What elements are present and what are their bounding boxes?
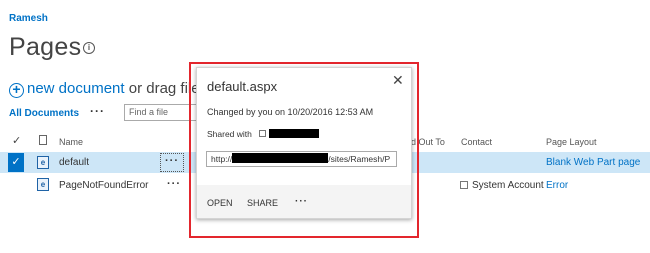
new-document-label[interactable]: new document bbox=[27, 80, 125, 97]
open-button[interactable]: OPEN bbox=[207, 198, 233, 208]
column-header-contact[interactable]: Contact bbox=[461, 137, 492, 147]
presence-icon bbox=[460, 181, 468, 189]
callout-title: default.aspx bbox=[207, 79, 278, 94]
url-prefix: http:// bbox=[211, 154, 233, 164]
row-more-button[interactable]: ··· bbox=[167, 178, 181, 190]
close-icon[interactable]: ✕ bbox=[392, 72, 404, 89]
contact-name[interactable]: System Account bbox=[472, 180, 544, 191]
info-icon[interactable]: i bbox=[83, 42, 95, 54]
file-name-link[interactable]: default bbox=[59, 157, 89, 168]
redacted-block bbox=[269, 129, 319, 138]
row-checkbox-checked[interactable]: ✓ bbox=[8, 153, 24, 172]
aspx-file-icon: e bbox=[37, 156, 49, 169]
callout-more-button[interactable]: ··· bbox=[295, 196, 308, 207]
file-name-link[interactable]: PageNotFoundError bbox=[59, 180, 149, 191]
page-layout-link[interactable]: Error bbox=[546, 180, 568, 191]
share-button[interactable]: SHARE bbox=[247, 198, 278, 208]
aspx-file-icon: e bbox=[37, 178, 49, 191]
site-title[interactable]: Ramesh bbox=[9, 13, 48, 24]
callout-shared-with: Shared with bbox=[207, 129, 252, 139]
presence-icon bbox=[259, 130, 266, 137]
callout-modified-text: Changed by you on 10/20/2016 12:53 AM bbox=[207, 107, 374, 117]
redacted-block bbox=[232, 153, 329, 163]
new-document-command[interactable]: + new document or drag files bbox=[9, 80, 207, 98]
view-more-button[interactable]: ··· bbox=[90, 104, 105, 118]
select-all-check[interactable]: ✓ bbox=[12, 134, 21, 147]
callout-url-field[interactable]: http:// /sites/Ramesh/P bbox=[206, 151, 397, 167]
column-header-name[interactable]: Name bbox=[59, 137, 83, 147]
column-header-page-layout[interactable]: Page Layout bbox=[546, 137, 597, 147]
page-title: Pages bbox=[9, 33, 82, 61]
row-more-button[interactable]: ··· bbox=[160, 153, 184, 172]
view-all-documents[interactable]: All Documents bbox=[9, 108, 79, 119]
file-type-icon bbox=[39, 135, 47, 145]
page-layout-link[interactable]: Blank Web Part page bbox=[546, 157, 640, 168]
plus-icon: + bbox=[9, 82, 24, 98]
url-suffix: /sites/Ramesh/P bbox=[328, 154, 391, 164]
